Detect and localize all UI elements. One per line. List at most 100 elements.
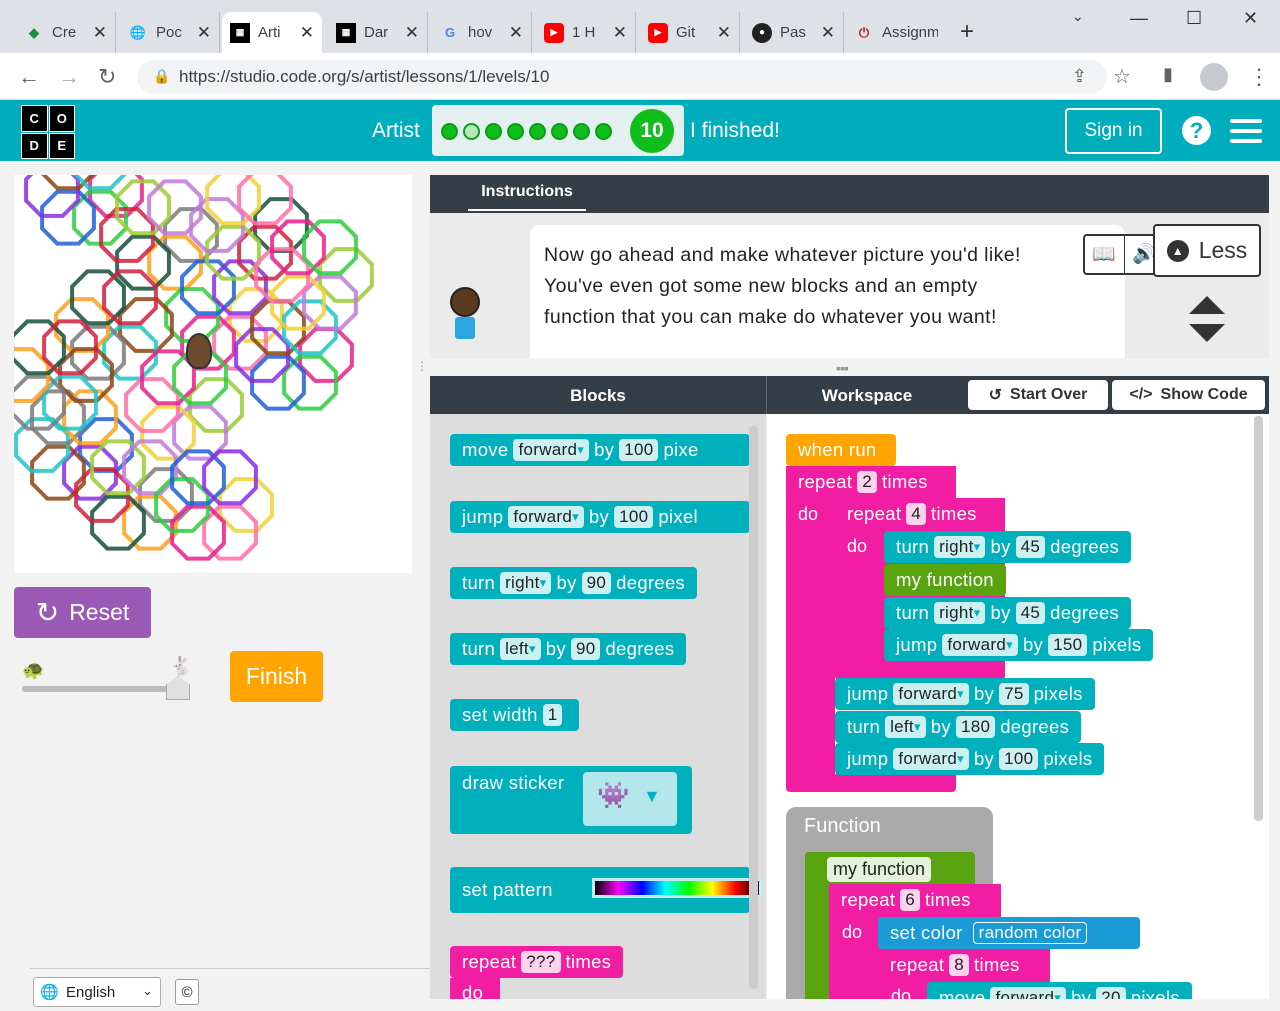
jump-forward-block[interactable]: jumpforwardby100pixel — [450, 501, 750, 533]
browser-tab[interactable]: ▦ Dar ✕ — [328, 12, 428, 53]
less-button[interactable]: ▲ Less — [1153, 224, 1261, 277]
tab-search-icon[interactable]: ⌄ — [1072, 8, 1084, 25]
close-icon[interactable]: ✕ — [717, 23, 731, 43]
share-icon[interactable]: ⇪ — [1072, 66, 1087, 87]
draw-sticker-block[interactable]: draw sticker 👾 ▼ — [450, 766, 692, 834]
direction-dropdown[interactable]: right — [934, 602, 986, 624]
turn-left-block[interactable]: turnleftby90degrees — [450, 633, 687, 665]
finish-button[interactable]: Finish — [230, 651, 323, 702]
repeat-block[interactable]: repeat 4 times — [835, 498, 1005, 530]
arrow-down-icon[interactable] — [1189, 324, 1225, 342]
random-color-field[interactable]: random color — [972, 922, 1088, 944]
browser-tab[interactable]: Ghov ✕ — [432, 12, 532, 53]
finished-link[interactable]: I finished! — [690, 119, 780, 143]
browser-tab[interactable]: ● Pas ✕ — [744, 12, 844, 53]
turn-right-block[interactable]: turnrightby45degrees — [884, 531, 1132, 563]
profile-icon[interactable] — [1200, 63, 1228, 91]
resize-handle[interactable]: ⋮ — [416, 360, 428, 386]
back-icon[interactable]: ← — [18, 64, 40, 90]
browser-tab[interactable]: ⏻ Assignm — [846, 12, 946, 53]
number-field[interactable]: 20 — [1096, 987, 1126, 999]
sign-in-button[interactable]: Sign in — [1065, 108, 1162, 154]
reload-icon[interactable]: ↻ — [98, 64, 116, 90]
toolbox-scrollbar[interactable] — [749, 426, 758, 989]
minimize-button[interactable]: — — [1130, 8, 1148, 29]
move-forward-block[interactable]: moveforwardby100pixe — [450, 434, 750, 466]
browser-tab[interactable]: ◆ Cre ✕ — [16, 12, 116, 53]
close-icon[interactable]: ✕ — [509, 23, 523, 43]
number-field[interactable]: 4 — [906, 503, 927, 525]
direction-dropdown[interactable]: right — [500, 572, 552, 594]
start-over-button[interactable]: ↺ Start Over — [968, 380, 1108, 410]
number-field[interactable]: 90 — [570, 638, 601, 660]
arrow-up-icon[interactable] — [1189, 296, 1225, 314]
direction-dropdown[interactable]: forward — [990, 987, 1067, 999]
workspace-scrollbar[interactable] — [1254, 416, 1263, 821]
show-code-button[interactable]: </> Show Code — [1112, 380, 1265, 410]
browser-tab-active[interactable]: ▦ Arti ✕ — [222, 12, 322, 53]
speed-slider-handle[interactable] — [166, 676, 190, 700]
level-dot[interactable] — [463, 123, 480, 140]
repeat-block[interactable]: repeat 8 times — [878, 949, 1050, 981]
close-icon[interactable]: ✕ — [300, 23, 314, 43]
direction-dropdown[interactable]: forward — [942, 634, 1018, 656]
sticker-dropdown[interactable]: 👾 ▼ — [583, 772, 677, 826]
function-name-field[interactable]: my function — [827, 857, 932, 882]
direction-dropdown[interactable]: left — [885, 716, 926, 738]
immersive-reader-icon[interactable]: 📖 — [1085, 236, 1125, 273]
forward-icon[interactable]: → — [58, 64, 80, 90]
jump-forward-block[interactable]: jumpforwardby150pixels — [884, 629, 1154, 661]
number-field[interactable]: 100 — [619, 439, 659, 461]
turn-right-block[interactable]: turnrightby90degrees — [450, 567, 698, 599]
speed-slider[interactable] — [22, 686, 172, 692]
direction-dropdown[interactable]: forward — [513, 439, 590, 461]
number-field[interactable]: 45 — [1015, 536, 1046, 558]
close-icon[interactable]: ✕ — [197, 23, 211, 43]
lesson-title[interactable]: Artist — [372, 119, 420, 143]
close-icon[interactable]: ✕ — [613, 23, 627, 43]
repeat-block[interactable]: repeat 6 times — [829, 884, 1001, 916]
direction-dropdown[interactable]: left — [500, 638, 541, 660]
close-icon[interactable]: ✕ — [821, 23, 835, 43]
when-run-block[interactable]: when run — [786, 434, 896, 466]
level-dot[interactable] — [529, 123, 546, 140]
number-field[interactable]: 8 — [949, 954, 970, 976]
set-color-block[interactable]: set color random color — [878, 917, 1140, 949]
level-dot[interactable] — [485, 123, 502, 140]
close-icon[interactable]: ✕ — [405, 23, 419, 43]
direction-dropdown[interactable]: right — [934, 536, 986, 558]
star-icon[interactable]: ☆ — [1113, 64, 1131, 89]
direction-dropdown[interactable]: forward — [508, 506, 584, 528]
move-forward-block[interactable]: moveforwardby20pixels — [927, 982, 1192, 999]
jump-forward-block[interactable]: jumpforwardby75pixels — [835, 678, 1095, 710]
level-dot[interactable] — [573, 123, 590, 140]
number-field[interactable]: 1 — [542, 704, 563, 726]
number-field[interactable]: 100 — [614, 506, 654, 528]
side-panel-icon[interactable]: ▮ — [1163, 64, 1173, 85]
direction-dropdown[interactable]: forward — [893, 683, 969, 705]
level-dot[interactable] — [441, 123, 458, 140]
number-field[interactable]: 2 — [857, 471, 878, 493]
my-function-call-block[interactable]: my function — [884, 564, 1006, 596]
number-field[interactable]: 180 — [955, 716, 996, 738]
maximize-button[interactable]: ☐ — [1186, 8, 1202, 29]
hamburger-menu-icon[interactable] — [1230, 119, 1262, 143]
close-icon[interactable]: ✕ — [93, 23, 107, 43]
number-field[interactable]: 45 — [1015, 602, 1046, 624]
current-level-badge[interactable]: 10 — [630, 109, 674, 153]
language-select[interactable]: 🌐 English ⌄ — [33, 977, 161, 1007]
pattern-swatch[interactable] — [592, 878, 762, 898]
number-field[interactable]: ??? — [521, 951, 561, 973]
repeat-block[interactable]: repeat 2 times — [786, 466, 956, 498]
panel-resize-icon[interactable]: ▪▪▪ — [836, 360, 849, 376]
copyright-button[interactable]: © — [175, 979, 199, 1005]
menu-dots-icon[interactable]: ⋮ — [1248, 64, 1270, 90]
browser-tab[interactable]: ▶ 1 H ✕ — [536, 12, 636, 53]
help-icon[interactable]: ? — [1182, 116, 1211, 145]
close-window-button[interactable]: ✕ — [1243, 8, 1258, 29]
turn-left-block[interactable]: turnleftby180degrees — [835, 711, 1082, 743]
number-field[interactable]: 90 — [581, 572, 612, 594]
level-dot[interactable] — [507, 123, 524, 140]
turn-right-block[interactable]: turnrightby45degrees — [884, 597, 1132, 629]
number-field[interactable]: 75 — [999, 683, 1029, 705]
